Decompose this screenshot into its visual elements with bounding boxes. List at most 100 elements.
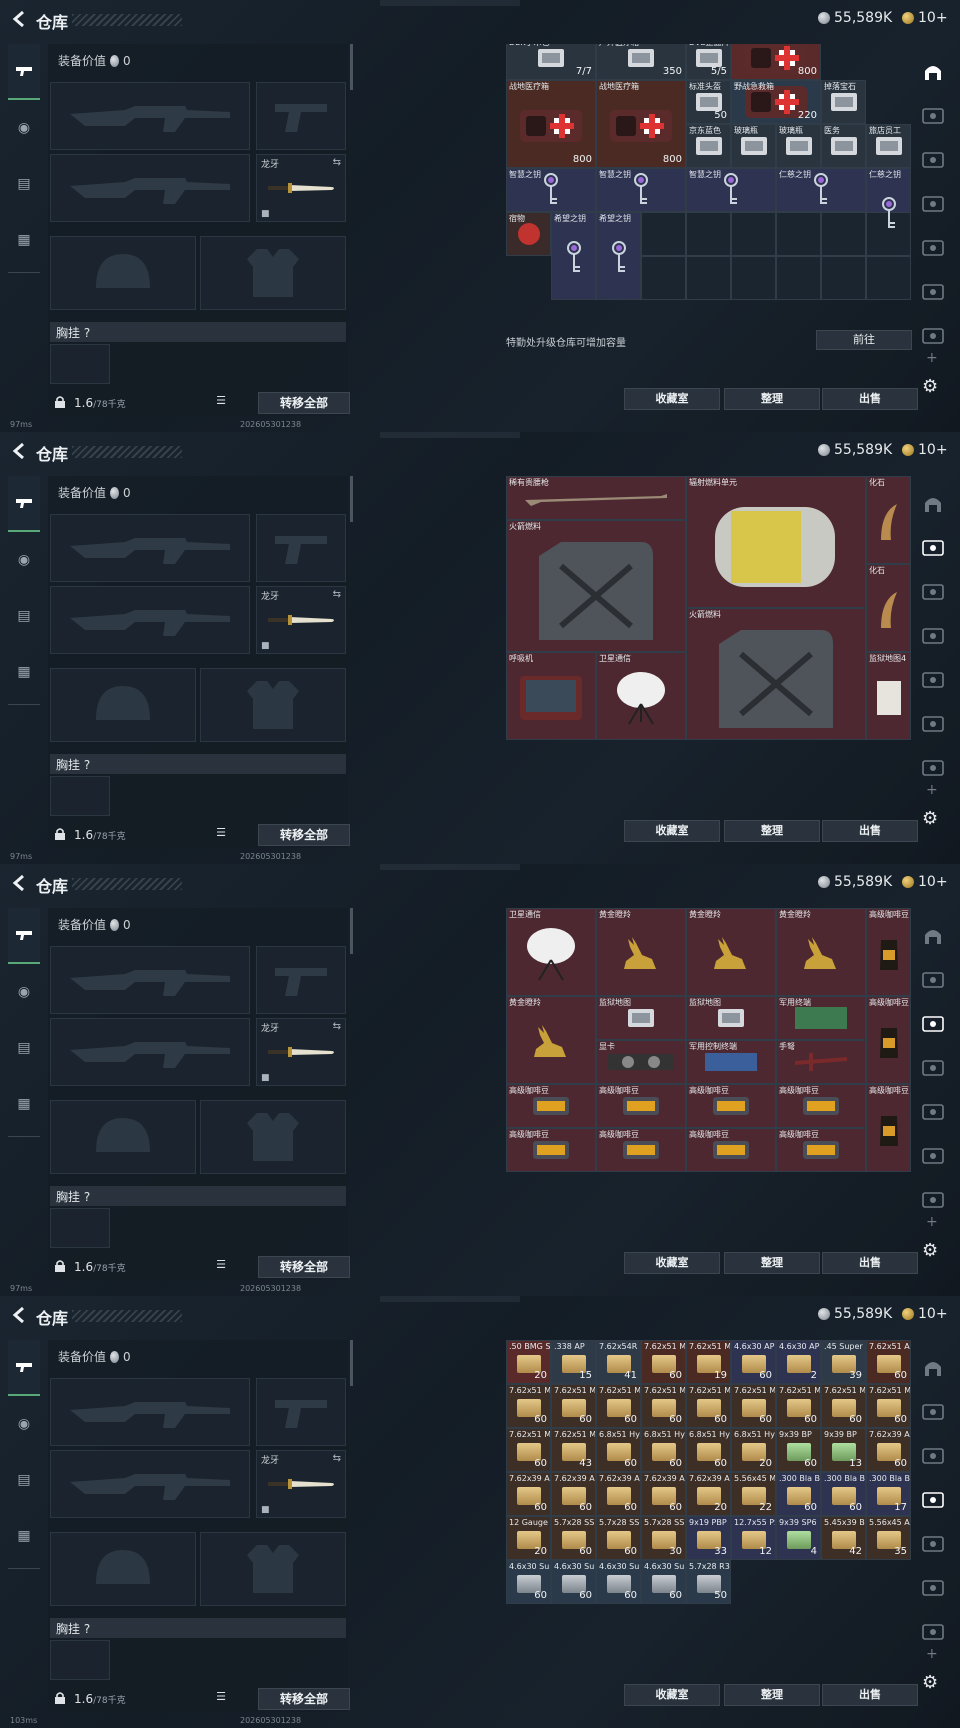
pistol-slot[interactable] xyxy=(256,514,346,582)
helmet-slot[interactable] xyxy=(50,1100,196,1174)
loadout-scrollbar[interactable] xyxy=(350,908,353,954)
empty-slot[interactable] xyxy=(641,212,686,256)
clipboard-icon[interactable]: ▤ xyxy=(8,1452,40,1508)
secondary-weapon-slot[interactable] xyxy=(50,586,250,654)
gold-currency[interactable]: 10+ xyxy=(902,442,948,458)
inventory-item[interactable]: 5.7x28 SS190 60 xyxy=(596,1516,641,1560)
armor-slot[interactable] xyxy=(200,668,346,742)
helmet-icon[interactable]: ◉ xyxy=(8,1396,40,1452)
back-arrow-icon[interactable] xyxy=(10,9,30,29)
inventory-item[interactable]: 玻璃瓶 xyxy=(776,124,821,168)
inventory-item[interactable]: 监狱地图4 xyxy=(866,652,911,740)
helmet-icon[interactable]: ◉ xyxy=(8,964,40,1020)
tab-storage-icon[interactable] xyxy=(916,1002,950,1046)
gold-currency[interactable]: 10+ xyxy=(902,874,948,890)
inventory-item[interactable]: 手弩 xyxy=(776,1040,866,1084)
inventory-item[interactable]: 7.62x51 M80 60 xyxy=(506,1384,551,1428)
primary-weapon-slot[interactable] xyxy=(50,1378,250,1446)
inventory-item[interactable]: 4.6x30 Subsonic 60 xyxy=(641,1560,686,1604)
inventory-item[interactable]: 医务 xyxy=(821,124,866,168)
empty-slot[interactable] xyxy=(776,256,821,300)
transfer-all-button[interactable]: 转移全部 xyxy=(258,1256,350,1278)
inventory-item[interactable]: 化石 xyxy=(866,476,911,564)
tab-storage-icon[interactable] xyxy=(916,1090,950,1134)
briefcase-icon[interactable]: ▦ xyxy=(8,1076,40,1132)
gear-icon[interactable]: ⚙ xyxy=(922,376,938,397)
swap-icon[interactable]: ⇆ xyxy=(333,1021,341,1032)
gun-icon[interactable] xyxy=(8,908,40,964)
gear-icon[interactable]: ⚙ xyxy=(922,1672,938,1693)
tab-storage-icon[interactable] xyxy=(916,1434,950,1478)
inventory-item[interactable]: 9x39 BP 13 xyxy=(821,1428,866,1472)
inventory-item[interactable]: 黄金瞪羚 xyxy=(596,908,686,996)
inventory-item[interactable]: 5.56x45 AP 35 xyxy=(866,1516,911,1560)
tab-storage-icon[interactable] xyxy=(916,94,950,138)
inventory-item[interactable]: 7.62x39 AP 60 xyxy=(506,1472,551,1516)
list-icon[interactable]: ☰ xyxy=(212,1690,230,1708)
empty-slot[interactable] xyxy=(866,256,911,300)
inventory-item[interactable]: 7.62x39 AP 20 xyxy=(686,1472,731,1516)
tab-storage-icon[interactable] xyxy=(916,614,950,658)
knife-slot[interactable]: 龙牙 ⇆ ■ xyxy=(256,586,346,654)
secondary-weapon-slot[interactable] xyxy=(50,154,250,222)
inventory-item[interactable]: 800 xyxy=(731,44,821,80)
swap-icon[interactable]: ⇆ xyxy=(333,157,341,168)
inventory-item[interactable]: .50 BMG SLAP 20 xyxy=(506,1340,551,1384)
inventory-item[interactable]: 4.6x30 AP 60 xyxy=(731,1340,776,1384)
inventory-item[interactable]: 7.62x51 M80 60 xyxy=(551,1384,596,1428)
inventory-item[interactable]: .338 AP 15 xyxy=(551,1340,596,1384)
silver-currency[interactable]: 55,589K xyxy=(818,1306,892,1322)
inventory-grid[interactable]: 稀有贵腰枪 辐射燃料单元 化石 火箭燃料 化石 火箭燃料 呼吸机 卫星通信 监狱地图4 xyxy=(506,476,912,756)
inventory-item[interactable]: 掉落宝石 xyxy=(821,80,866,124)
inventory-item[interactable]: 4.6x30 Subsonic 60 xyxy=(551,1560,596,1604)
empty-slot[interactable] xyxy=(686,256,731,300)
helmet-icon[interactable]: ◉ xyxy=(8,100,40,156)
plus-icon[interactable]: + xyxy=(926,1214,938,1230)
inventory-item[interactable]: 军用终端 xyxy=(776,996,866,1040)
inventory-item[interactable]: 高级咖啡豆 xyxy=(596,1084,686,1128)
inventory-item[interactable]: 玻璃瓶 xyxy=(731,124,776,168)
tab-storage-icon[interactable] xyxy=(916,1522,950,1566)
inventory-item[interactable]: 7.62x51 M62 19 xyxy=(686,1340,731,1384)
collection-button[interactable]: 收藏室 xyxy=(624,388,720,410)
pistol-slot[interactable] xyxy=(256,1378,346,1446)
goto-button[interactable]: 前往 xyxy=(816,330,912,350)
tab-storage-icon[interactable] xyxy=(916,1390,950,1434)
tab-home-icon[interactable] xyxy=(916,50,950,94)
tab-storage-icon[interactable] xyxy=(916,958,950,1002)
secondary-weapon-slot[interactable] xyxy=(50,1018,250,1086)
back-arrow-icon[interactable] xyxy=(10,873,30,893)
inventory-item[interactable]: 京东蓝色 xyxy=(686,124,731,168)
inventory-item[interactable]: 7.62x51 M80 60 xyxy=(641,1384,686,1428)
inventory-grid[interactable]: 卫星通信 黄金瞪羚 黄金瞪羚 黄金瞪羚 高级咖啡豆 黄金瞪羚 监狱地图 监狱地图 军用终端 高级咖… xyxy=(506,908,912,1188)
sell-button[interactable]: 出售 xyxy=(822,1252,918,1274)
plus-icon[interactable]: + xyxy=(926,782,938,798)
inventory-item[interactable]: 4.6x30 Subsonic 60 xyxy=(596,1560,641,1604)
chest-rig-slot[interactable] xyxy=(50,776,110,816)
briefcase-icon[interactable]: ▦ xyxy=(8,1508,40,1564)
knife-slot[interactable]: 龙牙 ⇆ ■ xyxy=(256,1450,346,1518)
inventory-item[interactable]: 高级咖啡豆 xyxy=(686,1084,776,1128)
tab-storage-icon[interactable] xyxy=(916,270,950,314)
inventory-item[interactable]: 高级咖啡豆 xyxy=(866,908,911,996)
sell-button[interactable]: 出售 xyxy=(822,388,918,410)
sell-button[interactable]: 出售 xyxy=(822,820,918,842)
inventory-item[interactable]: 9x39 BP 60 xyxy=(776,1428,821,1472)
helmet-slot[interactable] xyxy=(50,236,196,310)
inventory-item[interactable]: 高级咖啡豆 xyxy=(776,1084,866,1128)
gear-icon[interactable]: ⚙ xyxy=(922,808,938,829)
sort-button[interactable]: 整理 xyxy=(724,1684,820,1706)
plus-icon[interactable]: + xyxy=(926,1646,938,1662)
tab-storage-icon[interactable] xyxy=(916,526,950,570)
plus-icon[interactable]: + xyxy=(926,350,938,366)
inventory-item[interactable]: .300 Bla BPZ 17 xyxy=(866,1472,911,1516)
inventory-item[interactable]: 7.62x51 M80 60 xyxy=(821,1384,866,1428)
inventory-item[interactable]: 高级咖啡豆 xyxy=(776,1128,866,1172)
loadout-scrollbar[interactable] xyxy=(350,44,353,90)
silver-currency[interactable]: 55,589K xyxy=(818,874,892,890)
inventory-item[interactable]: 户外医疗箱 350 xyxy=(596,44,686,80)
knife-slot[interactable]: 龙牙 ⇆ ■ xyxy=(256,154,346,222)
swap-icon[interactable]: ⇆ xyxy=(333,589,341,600)
inventory-item[interactable]: 火箭燃料 xyxy=(686,608,866,740)
inventory-item[interactable]: 希望之钥 xyxy=(596,212,641,300)
